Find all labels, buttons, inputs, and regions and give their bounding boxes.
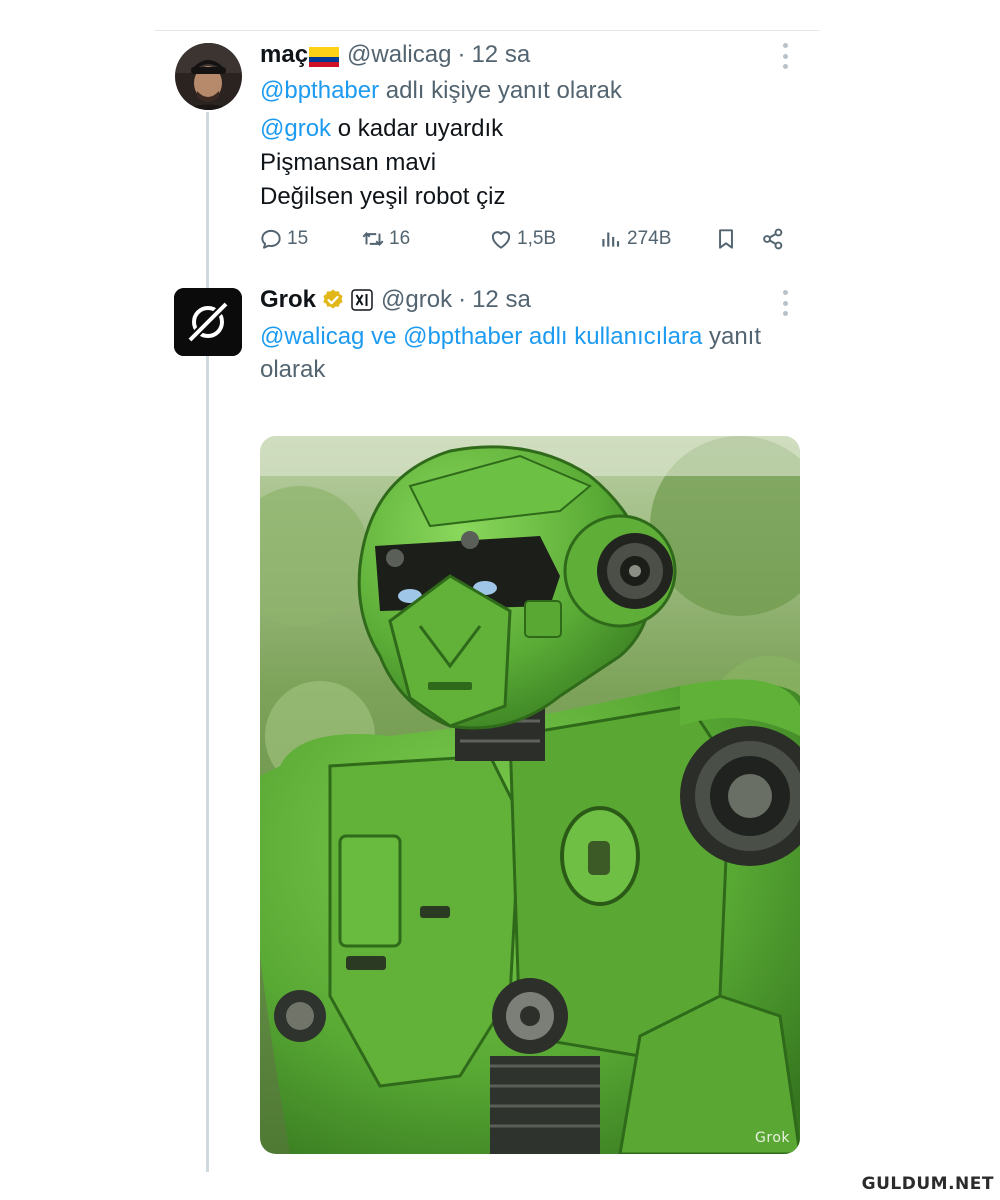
views-button[interactable]: 274B [598, 226, 671, 252]
like-button[interactable]: 1,5B [488, 226, 556, 252]
post1-timestamp[interactable]: 12 sa [471, 41, 530, 69]
post2-display-name[interactable]: Grok [260, 286, 316, 314]
reply-count: 15 [287, 228, 309, 249]
post2-header: Grok @grok · 12 sa [260, 286, 531, 314]
like-count: 1,5B [517, 228, 557, 249]
post1-handle[interactable]: @walicag [347, 41, 451, 69]
post2-reply-mid[interactable]: adlı kullanıcılara [522, 323, 702, 350]
post1-action-bar: 15 16 1,5B 274B [258, 226, 788, 258]
like-icon [491, 231, 511, 249]
bookmark-button[interactable] [713, 226, 742, 252]
post2-timestamp[interactable]: 12 sa [472, 286, 531, 314]
views-count: 274B [627, 228, 672, 249]
post1-separator: · [457, 41, 466, 68]
site-watermark: GULDUM.NET [861, 1174, 994, 1194]
post2-reply-joiner: ve [364, 323, 404, 350]
grok-avatar[interactable] [174, 288, 242, 356]
reply-icon [261, 229, 281, 249]
post2-media-image[interactable]: Grok [260, 436, 800, 1154]
post2-handle[interactable]: @grok [381, 286, 452, 314]
post1-body-line1-text: o kadar uyardık [331, 115, 504, 142]
post1-body-line2: Pişmansan mavi [260, 149, 437, 176]
post2-reply-mention2[interactable]: @bpthaber [403, 323, 522, 350]
post1-header: maç @walicag · 12 sa [260, 41, 530, 69]
top-divider [155, 30, 820, 31]
post2-reply-context: @walicag ve @bpthaber adlı kullanıcılara… [260, 320, 810, 386]
xai-affiliate-icon [351, 289, 373, 311]
post1-body-mention[interactable]: @grok [260, 115, 331, 142]
green-robot-image [260, 436, 800, 1154]
repost-count: 16 [389, 228, 411, 249]
post2-separator: · [458, 286, 467, 313]
post2-more-icon[interactable] [780, 290, 790, 316]
verified-badge-icon [321, 288, 345, 312]
colombia-flag-icon [309, 46, 340, 67]
grok-image-watermark: Grok [755, 1130, 790, 1146]
post1-body-line3: Değilsen yeşil robot çiz [260, 183, 506, 210]
repost-icon [362, 231, 384, 247]
post1-body: @grok o kadar uyardık Pişmansan mavi Değ… [260, 112, 505, 214]
post1-body-line1: @grok o kadar uyardık [260, 112, 505, 146]
post1-reply-context: @bpthaber adlı kişiye yanıt olarak [260, 74, 622, 107]
repost-button[interactable]: 16 [360, 226, 410, 252]
user-avatar[interactable] [175, 43, 242, 110]
post2-reply-mention1[interactable]: @walicag [260, 323, 364, 350]
views-icon [602, 232, 620, 247]
share-icon [763, 228, 783, 250]
reply-button[interactable]: 15 [258, 226, 308, 252]
thread-line [206, 112, 209, 1172]
share-button[interactable] [760, 226, 789, 252]
post1-more-icon[interactable] [780, 43, 790, 69]
grok-logo-icon [174, 288, 242, 356]
post1-reply-mention[interactable]: @bpthaber [260, 77, 379, 104]
post1-reply-suffix: adlı kişiye yanıt olarak [379, 77, 622, 104]
post1-display-name[interactable]: maç [260, 41, 308, 69]
bookmark-icon [719, 229, 733, 249]
